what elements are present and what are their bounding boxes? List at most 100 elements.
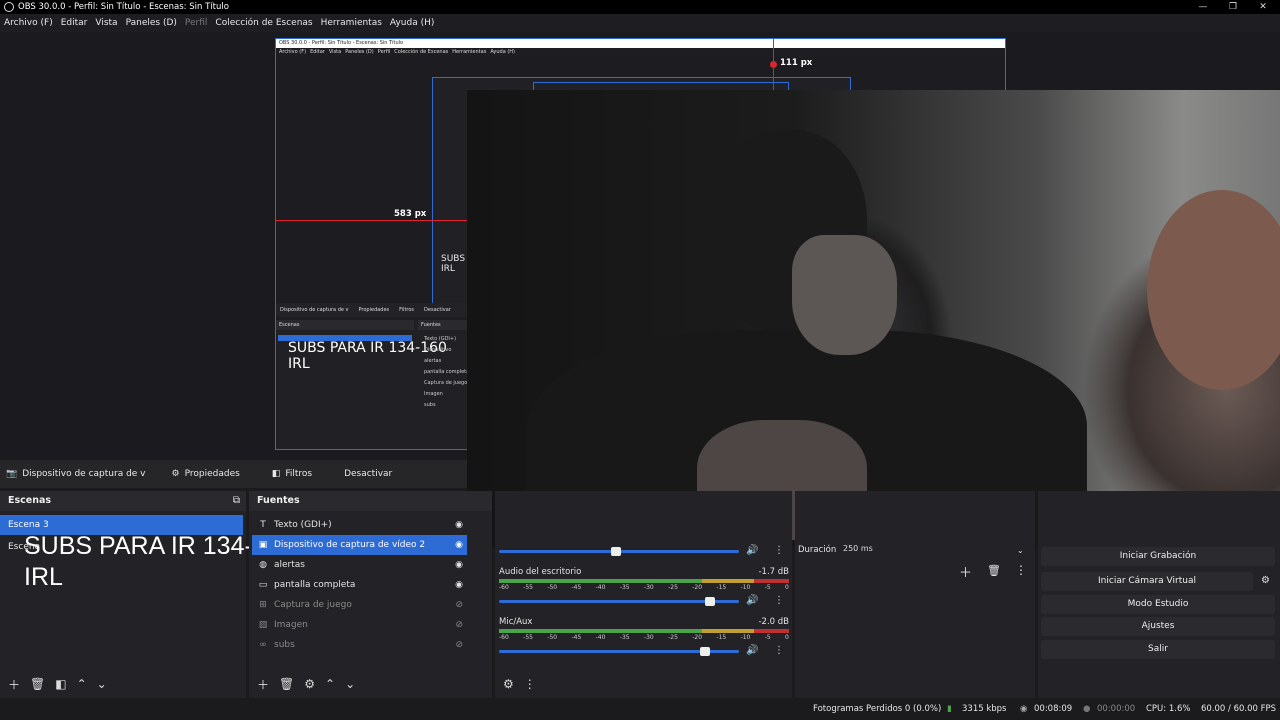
menu-coleccion-escenas[interactable]: Colección de Escenas <box>215 18 312 28</box>
nested-menu-item: Archivo (F) <box>279 49 307 55</box>
nested-source: pantalla completa <box>424 369 470 375</box>
volume-slider-top[interactable] <box>499 547 739 556</box>
gear-icon[interactable]: ⚙ <box>304 677 315 691</box>
properties-button[interactable]: ⚙ Propiedades <box>166 465 246 483</box>
source-item[interactable]: T Texto (GDI+) ◉ <box>252 515 467 535</box>
channel-name: Audio del escritorio <box>499 567 582 577</box>
stream-icon: ◉ <box>1020 704 1028 714</box>
tick: -55 <box>523 584 533 591</box>
transitions-dock <box>795 491 1035 698</box>
tick: -20 <box>692 584 703 591</box>
chevron-up-icon[interactable]: ⌃ <box>77 677 87 691</box>
filters-button[interactable]: ◧ Filtros <box>266 465 318 483</box>
tick: -5 <box>764 634 771 641</box>
maximize-icon[interactable]: ❐ <box>1218 0 1248 14</box>
minimize-icon[interactable]: — <box>1188 0 1218 14</box>
chevron-down-icon[interactable]: ⌄ <box>345 677 355 691</box>
tick: -50 <box>547 634 558 641</box>
meter-ticks: -60 -55 -50 -45 -40 -35 -30 -25 -20 -15 -10 -5 0 <box>499 634 789 641</box>
menu-paneles[interactable]: Paneles (D) <box>126 18 177 28</box>
mixer-footer: ⚙ ⋮ <box>495 670 792 698</box>
menu-ayuda[interactable]: Ayuda (H) <box>390 18 434 28</box>
sources-header: Fuentes <box>249 491 492 511</box>
settings-button[interactable]: Ajustes <box>1041 617 1275 636</box>
menu-perfil[interactable]: Perfil <box>185 18 208 28</box>
menu-vista[interactable]: Vista <box>95 18 117 28</box>
fps: 60.00 / 60.00 FPS <box>1201 704 1277 714</box>
menu-editar[interactable]: Editar <box>61 18 88 28</box>
more-menu-icon[interactable]: ⋮ <box>524 677 536 691</box>
eye-icon[interactable]: ◉ <box>455 580 463 590</box>
source-item[interactable]: ◍ alertas ◉ <box>252 555 467 575</box>
tick: -55 <box>523 634 533 641</box>
menu-herramientas[interactable]: Herramientas <box>321 18 382 28</box>
eye-icon[interactable]: ◉ <box>455 560 463 570</box>
source-item[interactable]: ∞ subs ⊘ <box>252 635 467 655</box>
tick: -10 <box>740 634 751 641</box>
source-item[interactable]: ▭ pantalla completa ◉ <box>252 575 467 595</box>
start-recording-button[interactable]: Iniciar Grabación <box>1041 547 1275 566</box>
speaker-icon[interactable]: 🔊 <box>746 595 758 606</box>
source-item-selected[interactable]: ▣ Dispositivo de captura de vídeo 2 ◉ <box>252 535 467 555</box>
volume-slider-desktop[interactable] <box>499 597 739 606</box>
source-label: subs <box>274 640 295 650</box>
eye-icon[interactable]: ◉ <box>455 520 463 530</box>
duration-label: Duración <box>798 545 837 555</box>
chevron-down-icon[interactable]: ⌄ <box>1017 546 1024 555</box>
guide-line-horizontal <box>276 220 467 221</box>
tick: -60 <box>499 634 509 641</box>
mixer-settings-icon[interactable]: ⚙ <box>503 677 514 691</box>
undock-icon[interactable]: ⧉ <box>233 495 240 506</box>
channel-db: -2.0 dB <box>758 617 789 627</box>
trash-icon[interactable]: 🗑 <box>987 564 1001 577</box>
eye-hidden-icon[interactable]: ⊘ <box>455 620 463 630</box>
volume-slider-mic[interactable] <box>499 647 739 656</box>
more-menu-icon[interactable]: ⋮ <box>1015 563 1027 577</box>
slider-knob[interactable] <box>700 647 710 656</box>
start-virtual-camera-button[interactable]: Iniciar Cámara Virtual <box>1041 572 1253 591</box>
link-icon: ∞ <box>259 640 267 650</box>
nested-menu-item: Editar <box>310 49 325 55</box>
slider-knob[interactable] <box>611 547 621 556</box>
menu-archivo[interactable]: Archivo (F) <box>4 18 53 28</box>
channel-db: -1.7 dB <box>758 567 789 577</box>
more-menu-icon[interactable]: ⋮ <box>774 595 784 606</box>
trash-icon[interactable]: 🗑 <box>279 677 294 691</box>
chevron-down-icon[interactable]: ⌄ <box>97 677 107 691</box>
add-icon[interactable]: ＋ <box>8 676 20 693</box>
gear-icon[interactable]: ⚙ <box>1261 575 1270 586</box>
speaker-icon[interactable]: 🔊 <box>746 545 758 556</box>
eye-hidden-icon[interactable]: ⊘ <box>455 640 463 650</box>
add-icon[interactable]: ＋ <box>257 676 269 693</box>
nested-source: Imagen <box>424 391 443 397</box>
trash-icon[interactable]: 🗑 <box>30 677 45 691</box>
meter-ticks: -60 -55 -50 -45 -40 -35 -30 -25 -20 -15 -10 -5 0 <box>499 584 789 591</box>
add-icon[interactable]: ＋ <box>959 562 972 581</box>
source-toolbar: 📷 Dispositivo de captura de v ⚙ Propieda… <box>0 460 467 488</box>
camera-video-frame <box>467 90 1280 547</box>
eye-icon[interactable]: ◉ <box>455 540 463 550</box>
record-icon: ● <box>1083 704 1091 714</box>
nested-menu-item: Herramientas <box>452 49 487 55</box>
more-menu-icon[interactable]: ⋮ <box>774 545 784 556</box>
source-item[interactable]: ⊞ Captura de juego ⊘ <box>252 595 467 615</box>
slider-knob[interactable] <box>705 597 715 606</box>
duration-input[interactable]: 250 ms <box>843 544 873 553</box>
audio-meter <box>499 579 789 583</box>
tick: -30 <box>643 634 654 641</box>
eye-hidden-icon[interactable]: ⊘ <box>455 600 463 610</box>
monitor-icon: ▭ <box>258 580 268 590</box>
status-bar: Fotogramas Perdidos 0 (0.0%) ▮ 3315 kbps… <box>0 700 1280 720</box>
deactivate-button[interactable]: Desactivar <box>338 465 398 483</box>
filter-icon[interactable]: ◧ <box>55 677 66 691</box>
source-item[interactable]: ▨ Imagen ⊘ <box>252 615 467 635</box>
nested-source: subs <box>424 402 436 408</box>
studio-mode-button[interactable]: Modo Estudio <box>1041 595 1275 614</box>
speaker-icon[interactable]: 🔊 <box>746 645 758 656</box>
chevron-up-icon[interactable]: ⌃ <box>325 677 335 691</box>
close-icon[interactable]: ✕ <box>1248 0 1278 14</box>
tick: 0 <box>785 584 789 591</box>
more-menu-icon[interactable]: ⋮ <box>774 645 784 656</box>
nested-menu: Archivo (F) Editar Vista Paneles (D) Per… <box>276 48 1005 57</box>
exit-button[interactable]: Salir <box>1041 640 1275 659</box>
